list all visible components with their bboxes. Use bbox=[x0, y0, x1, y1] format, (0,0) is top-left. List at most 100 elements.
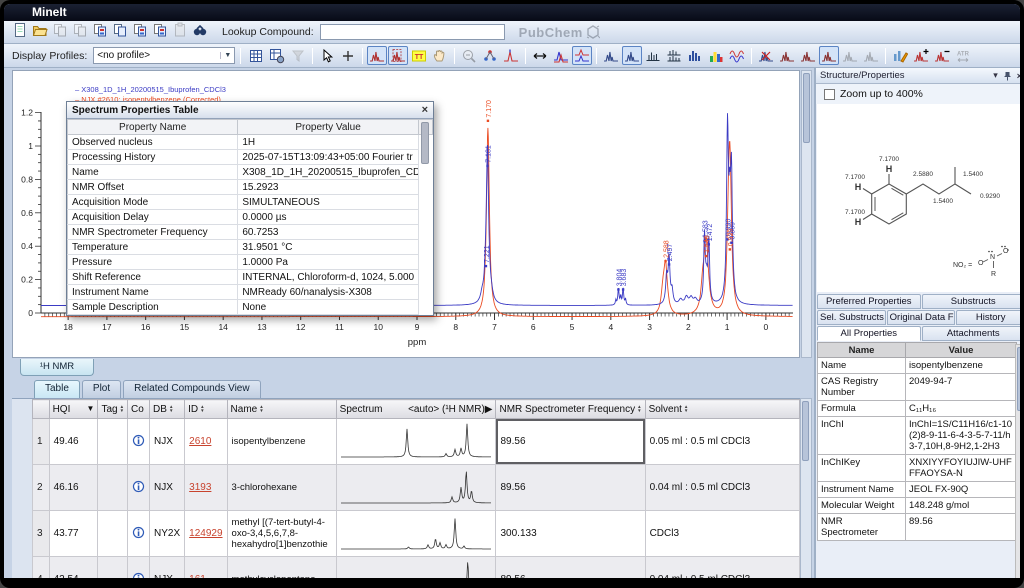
spectrum-thumbnail-cell[interactable] bbox=[336, 511, 496, 557]
spectrum-thumbnail-cell[interactable] bbox=[336, 465, 496, 511]
popup-property-row[interactable]: Acquisition ModeSIMULTANEOUS bbox=[68, 195, 433, 210]
find-icon[interactable] bbox=[190, 21, 210, 40]
table-settings-icon[interactable] bbox=[267, 46, 287, 65]
open-file-icon[interactable] bbox=[30, 21, 50, 40]
column-header-co[interactable]: Co bbox=[128, 400, 150, 419]
panel-menu-icon[interactable]: ▾ bbox=[993, 70, 998, 81]
tab-table[interactable]: Table bbox=[34, 380, 80, 398]
hide-peaks-icon[interactable] bbox=[756, 46, 776, 65]
select-tool-icon[interactable] bbox=[317, 46, 337, 65]
property-row[interactable]: Nameisopentylbenzene bbox=[818, 358, 1017, 374]
display-profile-select[interactable]: <no profile> ▼ bbox=[93, 47, 235, 64]
spectrum-view-boxed-icon[interactable] bbox=[622, 46, 642, 65]
pin-icon[interactable] bbox=[1003, 71, 1012, 81]
add-peak-icon[interactable] bbox=[911, 46, 931, 65]
popup-property-row[interactable]: Sample DescriptionNone bbox=[68, 300, 433, 315]
overlay-spectra-icon[interactable] bbox=[551, 46, 571, 65]
table-row[interactable]: 149.46NJX2610isopentylbenzene89.560.05 m… bbox=[33, 419, 800, 465]
copy-structure-icon[interactable] bbox=[150, 21, 170, 40]
pan-tool-icon[interactable] bbox=[430, 46, 450, 65]
property-row[interactable]: CAS Registry Number2049-94-7 bbox=[818, 374, 1017, 401]
info-icon[interactable] bbox=[132, 526, 145, 539]
popup-property-row[interactable]: NMR Offset15.2923 bbox=[68, 180, 433, 195]
remove-peak-icon[interactable] bbox=[932, 46, 952, 65]
tab-plot[interactable]: Plot bbox=[82, 380, 121, 398]
tab-preferred-properties[interactable]: Preferred Properties bbox=[817, 294, 921, 309]
panel-header[interactable]: Structure/Properties ▾ × bbox=[816, 68, 1024, 84]
property-row[interactable]: NMR Spectrometer89.56 bbox=[818, 514, 1017, 541]
highlight-regions-icon[interactable]: TT bbox=[409, 46, 429, 65]
comment-cell[interactable] bbox=[128, 465, 150, 511]
info-icon[interactable] bbox=[132, 572, 145, 585]
tick-view-icon[interactable] bbox=[643, 46, 663, 65]
tab-all-properties[interactable]: All Properties bbox=[817, 326, 921, 341]
spectrum-document-tab[interactable]: ¹H NMR bbox=[20, 359, 94, 376]
property-row[interactable]: Molecular Weight148.248 g/mol bbox=[818, 498, 1017, 514]
sort-icon[interactable]: ▲▼ bbox=[120, 405, 124, 413]
copy-with-properties-icon[interactable] bbox=[130, 21, 150, 40]
popup-property-row[interactable]: Temperature31.9501 °C bbox=[68, 240, 433, 255]
color-map-view-icon[interactable] bbox=[706, 46, 726, 65]
stack-spectra-icon[interactable] bbox=[572, 46, 592, 65]
properties-horizontal-scrollbar[interactable] bbox=[820, 580, 1016, 588]
spectrum-tool-2-icon[interactable] bbox=[798, 46, 818, 65]
close-icon[interactable]: × bbox=[422, 104, 428, 116]
popup-col-property-name[interactable]: Property Name bbox=[68, 120, 238, 135]
spectrum-tool-1-icon[interactable] bbox=[777, 46, 797, 65]
structure-viewer[interactable]: H H H 7.1700 7.1700 7.1700 2.5880 1.5400… bbox=[817, 104, 1024, 292]
copy-special-icon[interactable] bbox=[90, 21, 110, 40]
id-link-cell[interactable]: 161 bbox=[185, 557, 227, 588]
annotate-chart-icon[interactable] bbox=[890, 46, 910, 65]
table-row[interactable]: 246.16NJX31933-chlorohexane89.560.04 ml … bbox=[33, 465, 800, 511]
close-icon[interactable]: × bbox=[1017, 71, 1022, 81]
scrollbar-thumb[interactable] bbox=[823, 582, 973, 586]
property-row[interactable]: Instrument NameJEOL FX-90Q bbox=[818, 482, 1017, 498]
tab-substructs[interactable]: Substructs bbox=[922, 294, 1024, 309]
scrollbar-thumb[interactable] bbox=[1017, 347, 1024, 411]
bar-view-icon[interactable] bbox=[685, 46, 705, 65]
scrollbar-thumb[interactable] bbox=[802, 401, 809, 461]
popup-col-property-value[interactable]: Property Value bbox=[238, 120, 418, 135]
peak-picking-icon[interactable] bbox=[501, 46, 521, 65]
scrollbar-thumb[interactable] bbox=[803, 73, 810, 143]
column-header-n[interactable] bbox=[33, 400, 50, 419]
comment-cell[interactable] bbox=[128, 419, 150, 465]
spectrum-thumbnail-cell[interactable] bbox=[336, 419, 496, 465]
sort-icon[interactable]: ▲▼ bbox=[684, 405, 688, 413]
frequency-cell[interactable]: 89.56 bbox=[496, 557, 645, 588]
sort-icon[interactable]: ▲▼ bbox=[259, 405, 263, 413]
table-row[interactable]: 442.54NJX161methylcyclopentane89.560.04 … bbox=[33, 557, 800, 588]
column-header-db[interactable]: DB▲▼ bbox=[150, 400, 185, 419]
popup-property-row[interactable]: NMR Spectrometer Frequency60.7253 bbox=[68, 225, 433, 240]
popup-property-row[interactable]: Instrument NameNMReady 60/nanalysis-X308 bbox=[68, 285, 433, 300]
properties-col-name[interactable]: Name bbox=[818, 343, 906, 358]
property-row[interactable]: InChIKeyXNXIYYFOYIUJIW-UHFFFAOYSA-N bbox=[818, 455, 1017, 482]
related-structures-icon[interactable] bbox=[480, 46, 500, 65]
column-header-id[interactable]: ID▲▼ bbox=[185, 400, 227, 419]
column-header-spectrum[interactable]: Spectrum<auto> (¹H NMR)▶ bbox=[336, 400, 496, 419]
column-header-freq[interactable]: NMR Spectrometer Frequency▲▼ bbox=[496, 400, 645, 419]
column-header-hqi[interactable]: HQI▼ bbox=[49, 400, 98, 419]
pubchem-button[interactable]: PubChem bbox=[519, 25, 600, 40]
tab-attachments[interactable]: Attachments bbox=[922, 326, 1024, 341]
comment-cell[interactable] bbox=[128, 511, 150, 557]
comment-cell[interactable] bbox=[128, 557, 150, 588]
scrollbar-thumb[interactable] bbox=[421, 122, 429, 164]
frequency-cell[interactable]: 300.133 bbox=[496, 511, 645, 557]
tab-history[interactable]: History bbox=[956, 310, 1024, 325]
spectrum-vertical-scrollbar[interactable] bbox=[801, 70, 812, 358]
results-vertical-scrollbar[interactable] bbox=[800, 398, 812, 588]
tab-related-compounds-view[interactable]: Related Compounds View bbox=[123, 380, 260, 398]
frequency-cell[interactable]: 89.56 bbox=[496, 419, 645, 465]
popup-scrollbar[interactable] bbox=[418, 120, 432, 135]
column-header-solvent[interactable]: Solvent▲▼ bbox=[645, 400, 799, 419]
copy-icon[interactable] bbox=[110, 21, 130, 40]
lookup-compound-input[interactable] bbox=[320, 24, 505, 40]
filter-icon[interactable]: ▼ bbox=[87, 404, 95, 413]
zoom-checkbox[interactable] bbox=[824, 89, 835, 100]
column-header-tag[interactable]: Tag▲▼ bbox=[98, 400, 128, 419]
column-header-name[interactable]: Name▲▼ bbox=[227, 400, 336, 419]
new-document-icon[interactable] bbox=[10, 21, 30, 40]
peak-display-icon[interactable] bbox=[367, 46, 387, 65]
popup-property-row[interactable]: Acquisition Delay0.0000 µs bbox=[68, 210, 433, 225]
